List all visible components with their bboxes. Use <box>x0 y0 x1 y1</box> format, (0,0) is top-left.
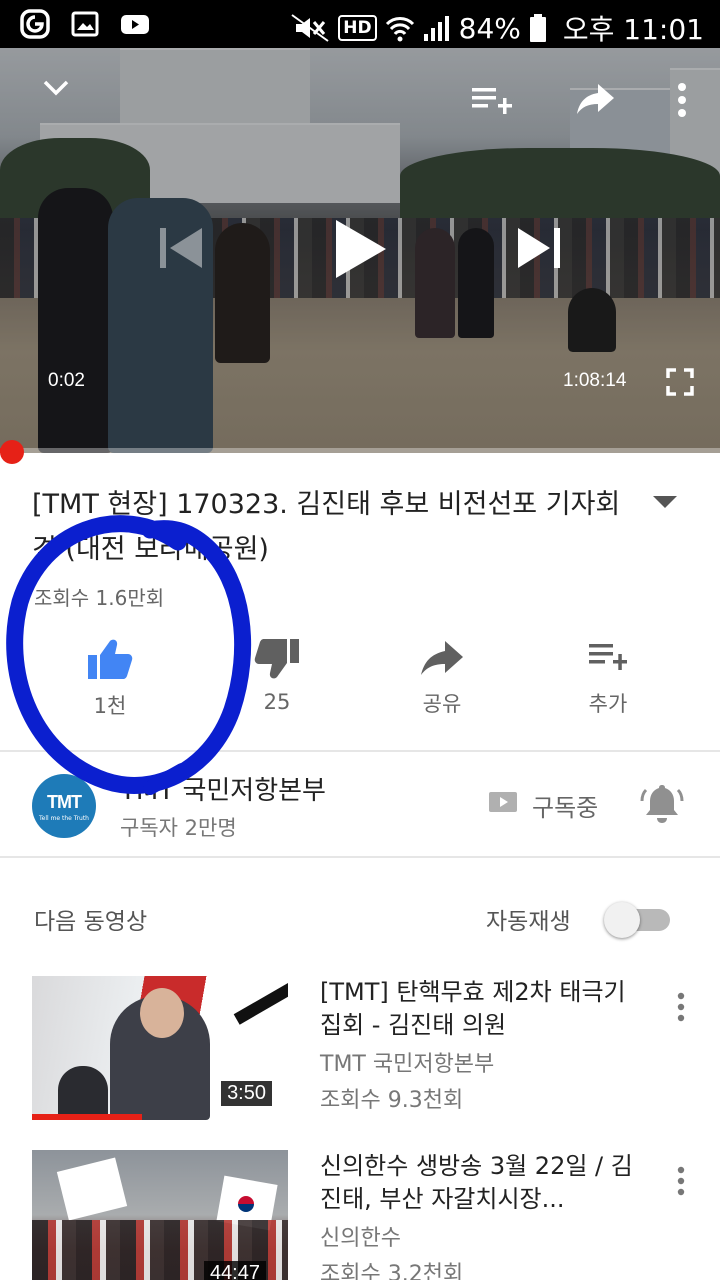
previous-icon[interactable] <box>158 226 204 270</box>
thumbs-down-icon <box>254 639 299 679</box>
progress-track[interactable] <box>0 448 720 453</box>
video-title[interactable]: [TMT] 탄핵무효 제2차 태극기 집회 - 김진태 의원 <box>320 976 650 1042</box>
thumbnail-flag-emblem <box>238 1196 254 1212</box>
subscribe-state-button[interactable]: 구독중 <box>532 788 598 823</box>
add-label: 추가 <box>588 692 628 716</box>
dislike-count: 25 <box>263 690 291 714</box>
like-button[interactable]: 1천 <box>50 630 170 730</box>
thumbnail-person <box>140 988 184 1038</box>
more-icon[interactable] <box>676 82 688 118</box>
toggle-knob <box>604 902 640 938</box>
list-item[interactable]: 3:50 [TMT] 탄핵무효 제2차 태극기 집회 - 김진태 의원 TMT … <box>0 976 720 1126</box>
video-channel: 신의한수 <box>320 1226 401 1251</box>
gallery-icon <box>71 11 99 37</box>
mute-icon <box>291 14 329 42</box>
video-views: 조회수 3.2천회 <box>320 1262 464 1280</box>
video-title[interactable]: 신의한수 생방송 3월 22일 / 김진태, 부산 자갈치시장... <box>320 1150 650 1216</box>
dislike-button[interactable]: 25 <box>217 630 337 730</box>
share-icon[interactable] <box>576 82 616 116</box>
share-arrow-icon <box>421 641 463 675</box>
video-player[interactable]: 0:02 1:08:14 <box>0 48 720 453</box>
play-icon[interactable] <box>334 218 388 280</box>
progress-scrubber[interactable] <box>0 440 24 464</box>
action-bar: 1천 25 공유 추가 <box>0 630 720 740</box>
fullscreen-icon[interactable] <box>666 368 694 396</box>
more-options-icon[interactable] <box>676 992 686 1022</box>
channel-logo-text: TMT <box>47 792 82 812</box>
list-item[interactable]: 44:47 신의한수 생방송 3월 22일 / 김진태, 부산 자갈치시장...… <box>0 1150 720 1280</box>
subscriber-count: 구독자 2만명 <box>120 816 237 840</box>
thumbs-up-icon <box>88 639 133 679</box>
collapse-icon[interactable] <box>42 78 70 98</box>
battery-percent: 84% <box>458 11 521 45</box>
add-to-playlist-icon[interactable] <box>472 86 512 118</box>
thumbnail-progress <box>32 1114 142 1120</box>
up-next-heading: 다음 동영상 <box>34 909 148 935</box>
add-to-playlist-button[interactable]: 추가 <box>548 630 668 730</box>
video-channel: TMT 국민저항본부 <box>320 1052 495 1077</box>
total-duration: 1:08:14 <box>563 370 627 391</box>
expand-description-icon[interactable] <box>652 494 678 510</box>
thumbnail-person <box>58 1066 108 1120</box>
hd-voice-icon: HD <box>338 15 377 41</box>
share-button[interactable]: 공유 <box>382 630 502 730</box>
notification-bell-icon[interactable] <box>640 782 684 824</box>
divider <box>0 750 720 752</box>
thumbnail-flag <box>56 1157 128 1221</box>
current-time: 0:02 <box>48 370 85 391</box>
video-title: [TMT 현장] 170323. 김진태 후보 비전선포 기자회견 (대전 보라… <box>32 489 621 565</box>
channel-name[interactable]: TMT 국민저항본부 <box>120 770 326 807</box>
notification-icon <box>20 9 50 39</box>
channel-logo-tagline: Tell me the Truth <box>39 815 89 822</box>
thumbnail-flag-stripe <box>233 979 288 1025</box>
status-bar: HD 84% 오후 11:01 <box>0 0 720 48</box>
divider <box>0 856 720 858</box>
video-thumbnail[interactable]: 44:47 <box>32 1150 288 1280</box>
more-options-icon[interactable] <box>676 1166 686 1196</box>
playlist-add-icon <box>589 644 627 670</box>
next-icon[interactable] <box>516 226 562 270</box>
video-duration: 44:47 <box>203 1261 266 1280</box>
battery-icon <box>529 14 546 42</box>
like-count: 1천 <box>93 694 127 718</box>
clock: 오후 11:01 <box>562 13 704 46</box>
autoplay-toggle[interactable] <box>604 902 670 938</box>
video-thumbnail[interactable]: 3:50 <box>32 976 288 1120</box>
channel-avatar[interactable]: TMT Tell me the Truth <box>32 774 96 838</box>
view-count: 조회수 1.6만회 <box>34 586 165 610</box>
share-label: 공유 <box>422 692 462 716</box>
subscribed-icon[interactable] <box>488 790 518 814</box>
signal-icon <box>423 16 449 41</box>
video-views: 조회수 9.3천회 <box>320 1088 464 1113</box>
wifi-icon <box>385 17 414 42</box>
autoplay-label: 자동재생 <box>486 909 571 935</box>
youtube-icon <box>121 15 149 34</box>
video-duration: 3:50 <box>221 1081 272 1106</box>
